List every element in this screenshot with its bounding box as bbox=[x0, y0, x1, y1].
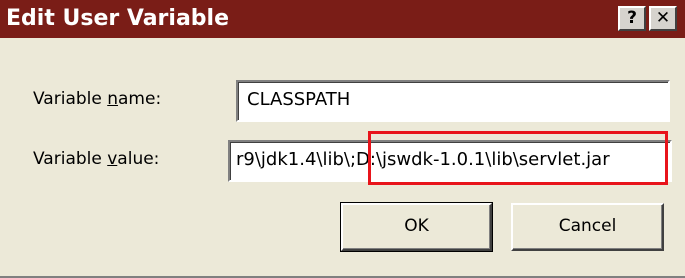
help-button[interactable]: ? bbox=[618, 6, 646, 31]
variable-name-label-suffix: ame: bbox=[118, 89, 162, 109]
ok-button[interactable]: OK bbox=[340, 202, 493, 252]
close-icon: ✕ bbox=[655, 8, 671, 28]
variable-value-label-suffix: alue: bbox=[117, 149, 160, 169]
close-button[interactable]: ✕ bbox=[649, 6, 677, 31]
cancel-button[interactable]: Cancel bbox=[511, 203, 664, 251]
edit-user-variable-dialog: Edit User Variable ? ✕ Variable name: CL… bbox=[0, 0, 685, 278]
variable-name-text: CLASSPATH bbox=[247, 89, 351, 110]
variable-name-label-mnemonic: n bbox=[107, 89, 119, 109]
variable-value-text: r9\jdk1.4\lib\;D:\jswdk-1.0.1\lib\servle… bbox=[236, 149, 610, 170]
variable-value-label-mnemonic: v bbox=[107, 149, 118, 169]
variable-value-input[interactable]: r9\jdk1.4\lib\;D:\jswdk-1.0.1\lib\servle… bbox=[228, 140, 672, 182]
variable-value-label: Variable value: bbox=[33, 148, 159, 170]
variable-value-label-prefix: Variable bbox=[33, 149, 108, 169]
variable-name-input[interactable]: CLASSPATH bbox=[236, 80, 670, 122]
help-icon: ? bbox=[627, 8, 637, 28]
variable-name-label: Variable name: bbox=[33, 88, 161, 110]
cancel-button-label: Cancel bbox=[558, 216, 617, 236]
variable-name-label-prefix: Variable bbox=[33, 89, 108, 109]
window-title: Edit User Variable bbox=[6, 6, 229, 31]
ok-button-label: OK bbox=[404, 216, 429, 236]
title-bar: Edit User Variable ? ✕ bbox=[0, 0, 685, 38]
